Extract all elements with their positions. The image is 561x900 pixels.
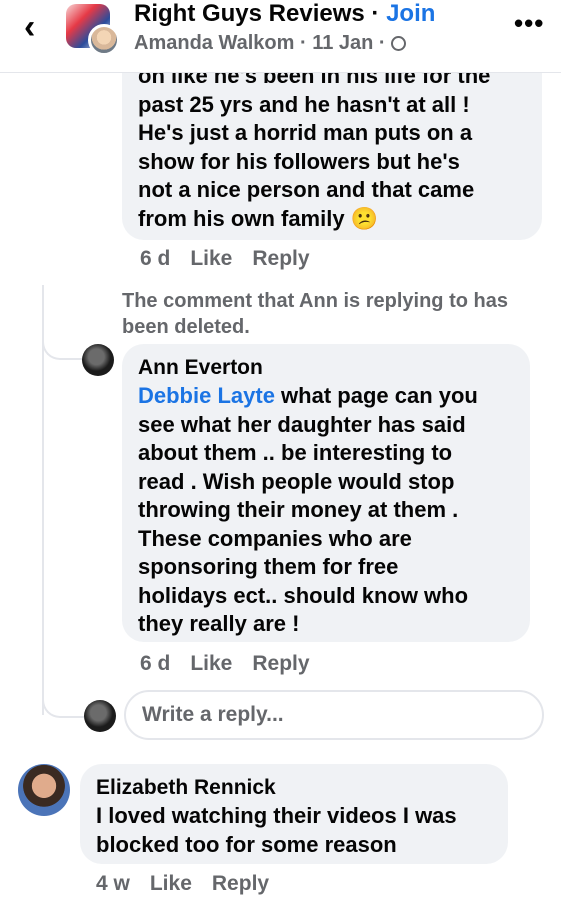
- like-button[interactable]: Like: [190, 247, 232, 270]
- post-header: ‹ Right Guys Reviews · Join Amanda Walko…: [0, 0, 561, 73]
- comment-text: I loved watching their videos I was bloc…: [96, 802, 492, 859]
- deleted-comment-notice: The comment that Ann is replying to has …: [122, 290, 508, 338]
- thread-connector: [42, 330, 84, 360]
- group-name[interactable]: Right Guys Reviews: [134, 0, 365, 27]
- like-button[interactable]: Like: [150, 872, 192, 895]
- comment-line-text: from his own family: [138, 205, 345, 231]
- comment-actions: 4 w Like Reply: [96, 872, 289, 896]
- confused-emoji-icon: 😕: [350, 205, 379, 231]
- post-date[interactable]: 11 Jan: [312, 32, 373, 54]
- comment-line: I loved watching their videos I was: [96, 803, 457, 828]
- comment-line: sponsoring them for free: [138, 554, 399, 579]
- current-user-avatar: [84, 700, 116, 732]
- back-icon[interactable]: ‹: [24, 10, 35, 44]
- post-meta: Amanda Walkom · 11 Jan ·: [134, 32, 407, 55]
- more-options-icon[interactable]: •••: [514, 8, 544, 39]
- join-button[interactable]: Join: [386, 0, 435, 27]
- comment-time[interactable]: 6 d: [140, 652, 170, 675]
- comment-line: read . Wish people would stop: [138, 468, 455, 494]
- globe-icon: [391, 36, 407, 51]
- comment-actions: 6 d Like Reply: [140, 652, 330, 676]
- reply-button[interactable]: Reply: [252, 652, 309, 675]
- comment-text: Debbie Layte what page can you see what …: [138, 382, 514, 639]
- comment-line: from his own family 😕: [138, 205, 526, 234]
- comment-line: These companies who are: [138, 525, 412, 551]
- author-avatar: [88, 24, 120, 56]
- mention-link[interactable]: Debbie Layte: [138, 383, 275, 408]
- comment-line: show for his followers but he's: [138, 148, 460, 174]
- comment-line: blocked too for some reason: [96, 831, 397, 857]
- like-button[interactable]: Like: [190, 652, 232, 675]
- comment-line: past 25 yrs and he hasn't at all !: [138, 91, 470, 117]
- comment-line: see what her daughter has said: [138, 411, 466, 437]
- comment-line: Debbie Layte what page can you: [138, 382, 514, 411]
- commenter-avatar[interactable]: [82, 344, 114, 376]
- comment-author[interactable]: Ann Everton: [138, 354, 514, 382]
- meta-dot: ·: [373, 32, 392, 54]
- commenter-avatar[interactable]: [18, 764, 70, 816]
- comment-line: throwing their money at them .: [138, 497, 459, 522]
- comment-text: on like he's been in his life for the pa…: [138, 62, 526, 233]
- comment-time[interactable]: 4 w: [96, 872, 130, 895]
- comment-actions: 6 d Like Reply: [140, 247, 330, 271]
- comment-bubble[interactable]: Ann Everton Debbie Layte what page can y…: [122, 344, 530, 642]
- title-separator: ·: [364, 0, 387, 27]
- reply-input[interactable]: Write a reply...: [124, 690, 544, 740]
- comment-line: not a nice person and that came: [138, 177, 475, 202]
- group-avatar[interactable]: [66, 4, 122, 56]
- comment-line: holidays ect.. should know who: [138, 582, 469, 608]
- meta-separator: ·: [294, 32, 313, 54]
- group-title-row: Right Guys Reviews · Join: [134, 0, 435, 28]
- comment-time[interactable]: 6 d: [140, 247, 170, 270]
- comment-bubble[interactable]: on like he's been in his life for the pa…: [122, 50, 542, 240]
- reply-button[interactable]: Reply: [212, 872, 269, 895]
- comment-line: they really are !: [138, 611, 300, 636]
- comment-author[interactable]: Elizabeth Rennick: [96, 774, 492, 802]
- comment-line: about them .. be interesting to: [138, 440, 453, 465]
- reply-button[interactable]: Reply: [252, 247, 309, 270]
- comment-bubble[interactable]: Elizabeth Rennick I loved watching their…: [80, 764, 508, 864]
- thread-connector: [42, 690, 84, 718]
- post-author[interactable]: Amanda Walkom: [134, 32, 294, 54]
- comment-line: He's just a horrid man puts on a: [138, 120, 473, 145]
- comment-line-text: what page can you: [274, 383, 478, 408]
